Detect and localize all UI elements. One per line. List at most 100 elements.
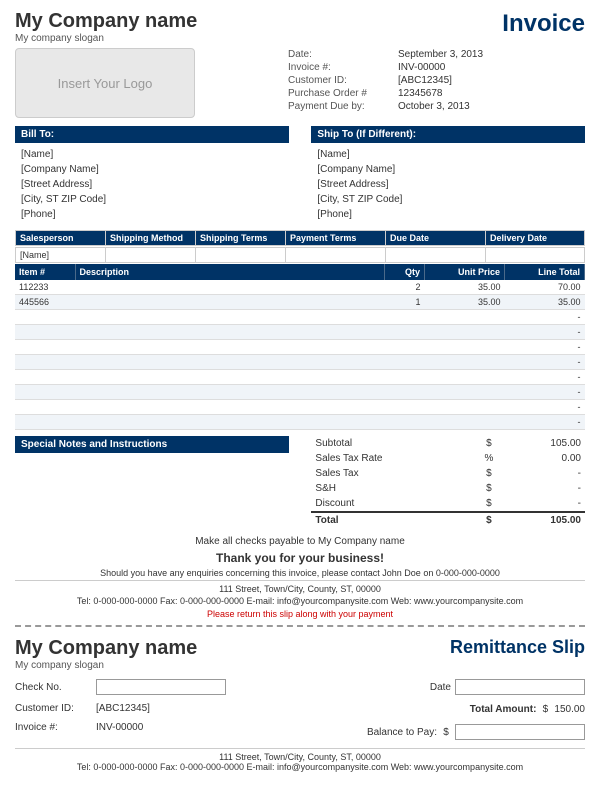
sh-label: S&H [311,481,478,496]
customer-id-value: [ABC12345] [395,74,585,87]
ship-to-name: [Name] [317,147,579,162]
discount-label: Discount [311,496,478,512]
notes-content [15,455,289,515]
salesperson-value: [Name] [16,248,106,262]
slip-date-input[interactable] [455,679,585,695]
item-line-total: - [505,415,585,430]
ship-to-company: [Company Name] [317,162,579,177]
subtotal-symbol: $ [479,436,499,451]
item-qty [385,355,425,370]
shipping-terms-header: Shipping Terms [196,231,286,245]
item-num [15,325,75,340]
invoice-num-value: INV-00000 [395,61,585,74]
item-qty [385,400,425,415]
balance-input[interactable] [455,724,585,740]
item-desc [75,355,385,370]
table-row: - [15,400,585,415]
due-date-value [386,248,486,262]
item-qty: 2 [385,280,425,295]
item-desc [75,415,385,430]
slip-company-name: My Company name [15,637,197,660]
ship-to-street: [Street Address] [317,177,579,192]
slip-footer: 111 Street, Town/City, County, ST, 00000… [15,748,585,772]
footer-address-line2: Tel: 0-000-000-0000 Fax: 0-000-000-0000 … [15,595,585,606]
item-desc [75,325,385,340]
item-line-total: - [505,385,585,400]
sales-tax-symbol: $ [479,466,499,481]
item-desc [75,370,385,385]
customer-id-label: Customer ID: [285,74,395,87]
item-num [15,400,75,415]
slip-divider [15,625,585,627]
slip-invoice-value: INV-00000 [96,722,143,733]
shipping-method-header: Shipping Method [106,231,196,245]
line-total-header: Line Total [505,264,585,280]
ship-to-phone: [Phone] [317,207,579,222]
slip-invoice-label: Invoice #: [15,722,90,733]
invoice-title: Invoice [502,10,585,38]
total-label: Total [311,512,478,528]
item-unit-price [425,370,505,385]
remittance-title: Remittance Slip [450,637,585,658]
balance-label: Balance to Pay: [337,727,437,738]
item-num [15,385,75,400]
sales-tax-label: Sales Tax [311,466,478,481]
item-qty [385,310,425,325]
item-line-total: - [505,370,585,385]
item-qty [385,340,425,355]
check-no-input[interactable] [96,679,226,695]
item-num [15,340,75,355]
tax-rate-label: Sales Tax Rate [311,451,478,466]
bill-to-company: [Company Name] [21,162,283,177]
bill-to-street: [Street Address] [21,177,283,192]
payment-due-value: October 3, 2013 [395,100,585,113]
contact-info: Should you have any enquiries concerning… [15,568,585,578]
footer-address-line1: 111 Street, Town/City, County, ST, 00000 [15,580,585,594]
checks-payable: Make all checks payable to My Company na… [15,536,585,547]
slip-company-slogan: My company slogan [15,660,197,671]
remittance-slip: My Company name My company slogan Remitt… [15,633,585,776]
item-desc [75,310,385,325]
item-num [15,310,75,325]
order-info-header: Salesperson Shipping Method Shipping Ter… [15,230,585,246]
item-unit-price [425,325,505,340]
ship-to-section: Ship To (If Different): [Name] [Company … [311,126,585,224]
payment-due-label: Payment Due by: [285,100,395,113]
item-line-total: - [505,340,585,355]
ship-to-city: [City, ST ZIP Code] [317,192,579,207]
item-unit-price [425,415,505,430]
payment-terms-value [286,248,386,262]
invoice-num-label: Invoice #: [285,61,395,74]
bill-to-phone: [Phone] [21,207,283,222]
tax-rate-symbol: % [479,451,499,466]
bill-to-section: Bill To: [Name] [Company Name] [Street A… [15,126,289,224]
po-value: 12345678 [395,87,585,100]
slip-address-line1: 111 Street, Town/City, County, ST, 00000 [15,752,585,762]
slip-customer-id-label: Customer ID: [15,703,90,714]
po-label: Purchase Order # [285,87,395,100]
total-value: 105.00 [499,512,585,528]
item-desc [75,295,385,310]
delivery-date-header: Delivery Date [486,231,584,245]
table-row: 445566 1 35.00 35.00 [15,295,585,310]
delivery-date-value [486,248,584,262]
items-table: Item # Description Qty Unit Price Line T… [15,264,585,430]
item-qty [385,370,425,385]
slip-customer-id-value: [ABC12345] [96,703,150,714]
item-line-total: 70.00 [505,280,585,295]
item-line-total: - [505,355,585,370]
bill-to-header: Bill To: [15,126,289,143]
total-symbol: $ [479,512,499,528]
return-slip-notice: Please return this slip along with your … [15,609,585,619]
table-row: - [15,355,585,370]
item-unit-price: 35.00 [425,280,505,295]
salesperson-header: Salesperson [16,231,106,245]
subtotal-label: Subtotal [311,436,478,451]
item-num-header: Item # [15,264,75,280]
logo-placeholder: Insert Your Logo [15,48,195,118]
item-desc [75,385,385,400]
sh-symbol: $ [479,481,499,496]
invoice-info: Date: September 3, 2013 Invoice #: INV-0… [285,48,585,118]
slip-address-line2: Tel: 0-000-000-0000 Fax: 0-000-000-0000 … [15,762,585,772]
table-row: 112233 2 35.00 70.00 [15,280,585,295]
